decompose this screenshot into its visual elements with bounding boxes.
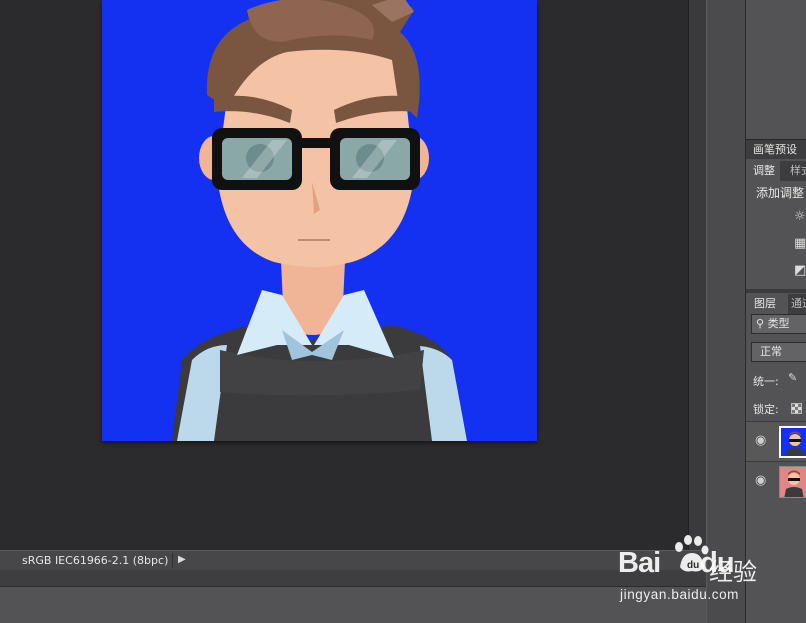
unify-label: 统一: [753,375,779,388]
levels-icon[interactable]: ▦ [794,237,806,251]
status-separator [172,553,173,568]
vertical-scrollbar[interactable] [688,0,707,550]
lock-transparent-pixels-icon[interactable] [791,403,802,414]
lock-label: 锁定: [753,403,779,416]
panel-dock-divider[interactable] [706,0,746,623]
status-bar: sRGB IEC61966-2.1 (8bpc) ▶ [0,550,706,570]
tab-brush-presets[interactable]: 画笔预设 [746,139,806,159]
curves-icon[interactable]: ◩ [794,264,806,278]
visibility-eye-icon[interactable]: ◉ [755,434,766,448]
bottom-panel-bar [0,586,706,623]
layer-thumbnail [779,426,806,458]
brightness-contrast-icon[interactable]: ☼ [794,210,806,224]
visibility-eye-icon[interactable]: ◉ [755,474,766,488]
layer-row[interactable]: ◉ [746,421,806,461]
document-canvas[interactable] [102,0,537,441]
document-workspace [0,0,688,550]
tab-channels[interactable]: 通道 [788,294,806,314]
color-profile-status: sRGB IEC61966-2.1 (8bpc) [22,554,169,567]
panel-separator [746,289,806,293]
tab-layers[interactable]: 图层 [746,294,786,314]
tab-styles[interactable]: 样式 [780,161,806,181]
tab-adjustments[interactable]: 调整 [746,161,778,181]
right-panel-dock: 画笔预设 调整 样式 添加调整 ☼ ▦ ◩ 图层 通道 ⚲ 类型 正常 统一: … [746,0,806,623]
search-icon: ⚲ [756,317,765,330]
horizontal-scrollbar[interactable] [0,570,706,586]
add-adjustment-label: 添加调整 [756,186,805,200]
status-menu-arrow-icon[interactable]: ▶ [178,554,186,565]
cartoon-portrait [102,0,537,441]
unify-position-icon[interactable]: ✎ [788,371,797,384]
blend-mode-select[interactable]: 正常 [751,342,806,362]
layer-kind-filter[interactable]: ⚲ 类型 [751,314,806,334]
layer-thumbnail [779,466,806,498]
kind-filter-label: 类型 [767,317,790,330]
layer-row[interactable]: ◉ [746,461,806,501]
